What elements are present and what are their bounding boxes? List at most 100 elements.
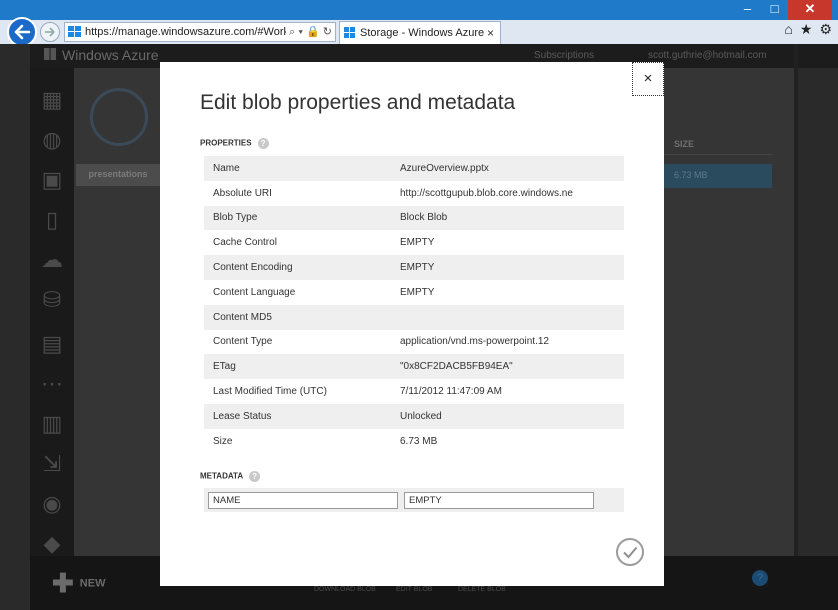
url-text: https://manage.windowsazure.com/#Workspa <box>85 26 307 38</box>
download-blob-button[interactable]: DOWNLOAD BLOB <box>314 586 376 593</box>
property-name: Content Encoding <box>213 262 293 274</box>
brand-text: Windows Azure <box>62 47 159 63</box>
property-value: "0x8CF2DACB5FB94EA" <box>400 361 513 373</box>
browser-right-icons: ⌂ ★ ⚙ <box>784 21 832 38</box>
plus-icon: ✚ <box>52 568 74 598</box>
property-value: 7/11/2012 11:47:09 AM <box>400 386 502 398</box>
metadata-section-label: METADATA? <box>200 471 261 482</box>
portal-back-icon[interactable] <box>90 88 148 146</box>
networks-icon[interactable]: ◆ <box>37 530 67 558</box>
portal-sidebar: ▦ ◍ ▣ ▯ ☁ ⛁ ▤ ⋯ ▥ ⇲ ◉ ◆ <box>30 68 74 564</box>
edit-blob-button[interactable]: EDIT BLOB <box>396 586 432 593</box>
property-row: Lease Status Unlocked <box>204 403 624 429</box>
metadata-row: NAME EMPTY <box>204 488 624 512</box>
property-row: Cache Control EMPTY <box>204 230 624 255</box>
hdinsight-icon[interactable]: ▥ <box>37 410 67 438</box>
recovery-icon[interactable]: ⇲ <box>37 450 67 478</box>
windows-logo-icon <box>44 48 56 60</box>
tab-storage[interactable]: Storage - Windows Azure × <box>339 21 501 44</box>
favorites-icon[interactable]: ★ <box>800 21 813 38</box>
tab-title: Storage - Windows Azure <box>360 27 485 39</box>
tab-close-icon[interactable]: × <box>487 22 494 44</box>
size-cell: 6.73 MB <box>664 164 772 188</box>
service-bus-icon[interactable]: ⋯ <box>37 370 67 398</box>
minimize-button[interactable]: – <box>734 0 761 20</box>
portal-brand: Windows Azure <box>44 47 158 63</box>
property-row: Content Type application/vnd.ms-powerpoin… <box>204 330 624 355</box>
mobile-services-icon[interactable]: ▯ <box>37 206 67 234</box>
all-items-icon[interactable]: ▦ <box>37 86 67 114</box>
property-name: Last Modified Time (UTC) <box>213 386 327 398</box>
property-row: Content MD5 <box>204 304 624 330</box>
window-controls: – □ ✕ <box>734 0 832 20</box>
property-name: Content Language <box>213 286 296 298</box>
property-value: EMPTY <box>400 237 435 249</box>
metadata-label-text: METADATA <box>200 471 244 481</box>
property-name: Name <box>213 162 240 174</box>
help-icon[interactable]: ? <box>249 471 261 482</box>
forward-arrow-icon <box>45 27 55 37</box>
cloud-services-icon[interactable]: ☁ <box>37 246 67 274</box>
close-dialog-button[interactable]: × <box>632 62 664 96</box>
metadata-name-field[interactable]: NAME <box>208 492 398 509</box>
address-bar[interactable]: https://manage.windowsazure.com/#Workspa… <box>64 22 336 42</box>
property-value: EMPTY <box>400 286 435 298</box>
property-value: EMPTY <box>400 262 435 274</box>
property-name: Cache Control <box>213 237 277 249</box>
metadata-value-field[interactable]: EMPTY <box>404 492 594 509</box>
gear-icon[interactable]: ⚙ <box>819 21 832 38</box>
property-name: ETag <box>213 361 236 373</box>
help-icon[interactable]: ? <box>752 570 768 586</box>
new-label: NEW <box>79 577 106 590</box>
portal-scroll-edge <box>794 44 798 610</box>
properties-section-label: PROPERTIES? <box>200 138 269 149</box>
new-button[interactable]: ✚ NEW <box>52 568 105 599</box>
property-row: Absolute URI http://scottgupub.blob.core.… <box>204 181 624 206</box>
delete-blob-button[interactable]: DELETE BLOB <box>458 586 506 593</box>
address-bar-icons[interactable]: ⌕ ▾ 🔒 ↻ <box>286 23 332 41</box>
property-name: Blob Type <box>213 212 258 224</box>
property-name: Content Type <box>213 336 273 348</box>
property-row: Size 6.73 MB <box>204 429 624 454</box>
property-value: AzureOverview.pptx <box>400 162 489 174</box>
property-row: Content Encoding EMPTY <box>204 255 624 280</box>
property-name: Absolute URI <box>213 187 272 199</box>
property-row: ETag "0x8CF2DACB5FB94EA" <box>204 354 624 380</box>
properties-table: Name AzureOverview.pptx Absolute URI http:/… <box>204 156 624 454</box>
property-row: Last Modified Time (UTC) 7/11/2012 11:47:… <box>204 379 624 404</box>
browser-toolbar: https://manage.windowsazure.com/#Workspa… <box>0 17 838 47</box>
sql-databases-icon[interactable]: ⛁ <box>37 286 67 314</box>
property-value: Block Blob <box>400 212 448 224</box>
web-sites-icon[interactable]: ◍ <box>37 126 67 154</box>
media-services-icon[interactable]: ◉ <box>37 490 67 518</box>
property-value: http://scottgupub.blob.core.windows.ne <box>400 187 573 199</box>
confirm-button[interactable] <box>616 538 644 566</box>
forward-button[interactable] <box>40 22 60 42</box>
virtual-machines-icon[interactable]: ▣ <box>37 166 67 194</box>
close-window-button[interactable]: ✕ <box>788 0 832 20</box>
user-account[interactable]: scott.guthrie@hotmail.com <box>648 50 767 61</box>
dialog-title: Edit blob properties and metadata <box>200 91 516 114</box>
property-value: application/vnd.ms-powerpoint.12 <box>400 336 549 348</box>
property-row: Blob Type Block Blob <box>204 205 624 231</box>
property-value: Unlocked <box>400 410 442 422</box>
storage-icon[interactable]: ▤ <box>37 330 67 358</box>
back-button[interactable] <box>7 17 37 47</box>
property-row: Name AzureOverview.pptx <box>204 156 624 181</box>
edit-blob-dialog: × Edit blob properties and metadata PROP… <box>160 62 664 586</box>
size-column-header: SIZE <box>664 139 772 155</box>
property-name: Content MD5 <box>213 311 272 323</box>
property-row: Content Language EMPTY <box>204 280 624 305</box>
windows-logo-icon <box>344 27 355 38</box>
home-icon[interactable]: ⌂ <box>784 21 792 38</box>
property-value: 6.73 MB <box>400 435 438 447</box>
checkmark-icon <box>623 546 638 559</box>
property-name: Lease Status <box>213 410 272 422</box>
subscriptions-filter[interactable]: Subscriptions <box>534 50 594 61</box>
container-tab-presentations[interactable]: presentations <box>76 164 160 186</box>
back-arrow-icon <box>14 24 31 40</box>
browser-window: – □ ✕ https://manage.windowsazure.com/#W… <box>0 0 838 610</box>
help-icon[interactable]: ? <box>257 138 269 149</box>
properties-label-text: PROPERTIES <box>200 138 252 148</box>
maximize-button[interactable]: □ <box>761 0 788 20</box>
